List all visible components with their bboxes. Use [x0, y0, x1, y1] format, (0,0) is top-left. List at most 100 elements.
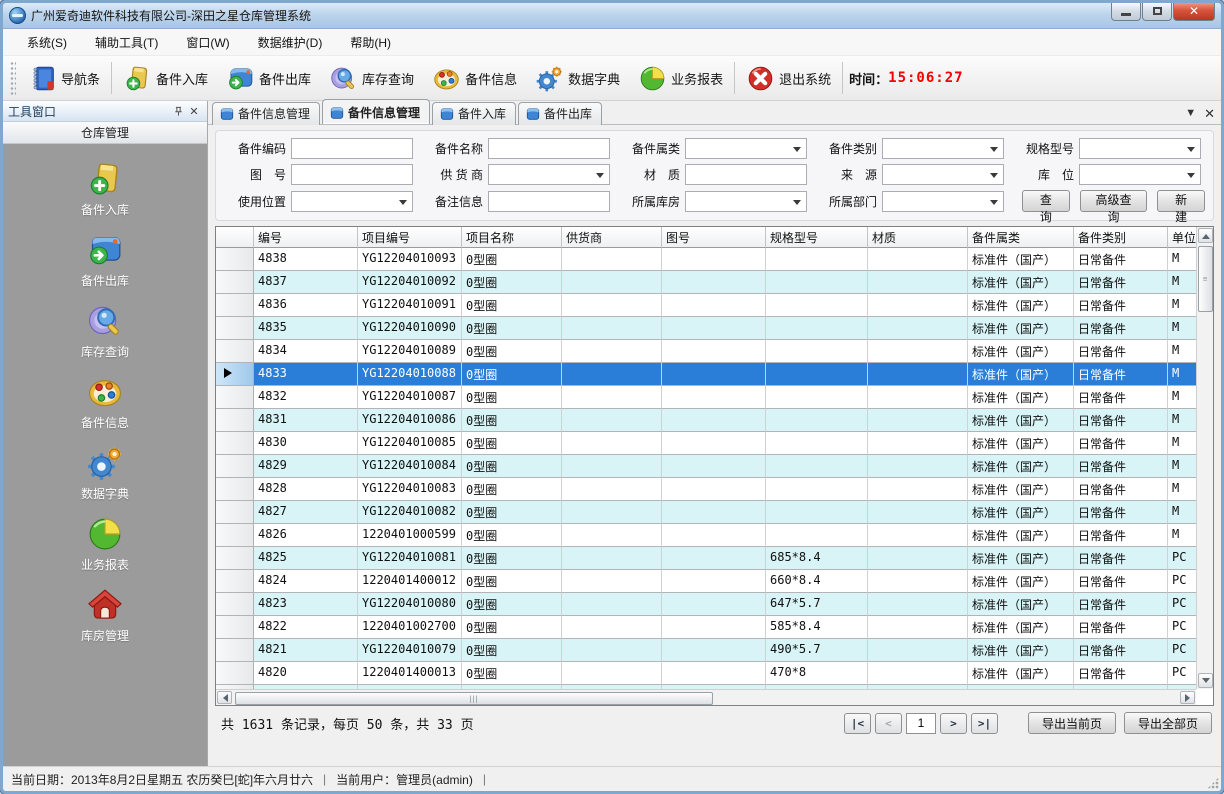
toolbar-button-parts-in[interactable]: 备件入库	[114, 58, 217, 98]
table-row-4836[interactable]: 4836YG122040100910型圈标准件（国产）日常备件M	[216, 294, 1196, 317]
table-row-4837[interactable]: 4837YG122040100920型圈标准件（国产）日常备件M	[216, 271, 1196, 294]
select-库位[interactable]	[1079, 164, 1201, 185]
pin-icon[interactable]	[170, 104, 186, 119]
input-备件编码[interactable]	[291, 138, 413, 159]
page-number-input[interactable]: 1	[906, 713, 936, 734]
select-来源[interactable]	[882, 164, 1004, 185]
toolbar-button-parts-out[interactable]: 备件出库	[217, 58, 320, 98]
sidebar-item-inventory-search[interactable]: 库存查询	[3, 302, 207, 360]
vertical-scrollbar[interactable]: ≡	[1196, 227, 1213, 689]
input-材质[interactable]	[685, 164, 807, 185]
close-tab-icon[interactable]: ✕	[1204, 107, 1215, 120]
table-row-4820[interactable]: 482012204014000130型圈470*8标准件（国产）日常备件PC	[216, 662, 1196, 685]
table-row-4823[interactable]: 4823YG122040100800型圈647*5.7标准件（国产）日常备件PC	[216, 593, 1196, 616]
table-row-4826[interactable]: 482612204010005990型圈标准件（国产）日常备件M	[216, 524, 1196, 547]
row-header-cell	[216, 524, 254, 547]
table-row-4828[interactable]: 4828YG122040100830型圈标准件（国产）日常备件M	[216, 478, 1196, 501]
tab-list-dropdown-icon[interactable]: ▼	[1185, 108, 1196, 119]
scroll-right-button[interactable]	[1180, 691, 1195, 704]
close-button[interactable]: ✕	[1173, 2, 1215, 21]
toolbar-button-exit-system[interactable]: 退出系统	[737, 58, 840, 98]
cell-supplier	[562, 524, 662, 547]
column-header-project_code[interactable]: 项目编号	[358, 227, 462, 248]
column-header-category[interactable]: 备件属类	[968, 227, 1074, 248]
menu-item-2[interactable]: 辅助工具(T)	[81, 29, 172, 56]
table-row-4832[interactable]: 4832YG122040100870型圈标准件（国产）日常备件M	[216, 386, 1196, 409]
first-page-button[interactable]: |<	[844, 713, 871, 734]
tab-4[interactable]: 备件出库	[518, 102, 602, 125]
input-备件名称[interactable]	[488, 138, 610, 159]
tab-3[interactable]: 备件入库	[432, 102, 516, 125]
sidebar-item-warehouse[interactable]: 库房管理	[3, 586, 207, 644]
table-row-4831[interactable]: 4831YG122040100860型圈标准件（国产）日常备件M	[216, 409, 1196, 432]
export-current-page-button[interactable]: 导出当前页	[1028, 712, 1116, 734]
sidebar-item-business-report[interactable]: 业务报表	[3, 515, 207, 573]
scroll-left-button[interactable]	[217, 691, 232, 704]
menu-item-4[interactable]: 数据维护(D)	[244, 29, 337, 56]
sidebar-item-parts-out[interactable]: 备件出库	[3, 231, 207, 289]
resize-grip[interactable]	[1207, 777, 1219, 789]
table-row-4822[interactable]: 482212204010027000型圈585*8.4标准件（国产）日常备件PC	[216, 616, 1196, 639]
column-header-type[interactable]: 备件类别	[1074, 227, 1168, 248]
tab-1[interactable]: 备件信息管理	[212, 102, 320, 125]
next-page-button[interactable]: >	[940, 713, 967, 734]
prev-page-button[interactable]: <	[875, 713, 902, 734]
select-备件属类[interactable]	[685, 138, 807, 159]
column-header-supplier[interactable]: 供货商	[562, 227, 662, 248]
table-row-4821[interactable]: 4821YG122040100790型圈490*5.7标准件（国产）日常备件PC	[216, 639, 1196, 662]
column-header-name[interactable]: 项目名称	[462, 227, 562, 248]
menu-item-3[interactable]: 窗口(W)	[172, 29, 243, 56]
toolbar-button-data-dict[interactable]: 数据字典	[526, 58, 629, 98]
vertical-scroll-thumb[interactable]: ≡	[1198, 246, 1213, 312]
select-所属库房[interactable]	[685, 191, 807, 212]
column-header-spec[interactable]: 规格型号	[766, 227, 868, 248]
tab-2[interactable]: 备件信息管理	[322, 99, 430, 124]
horizontal-scroll-thumb[interactable]: |||	[235, 692, 713, 705]
table-row-4824[interactable]: 482412204014000120型圈660*8.4标准件（国产）日常备件PC	[216, 570, 1196, 593]
column-header-drawing[interactable]: 图号	[662, 227, 766, 248]
toolbar-button-parts-info[interactable]: 备件信息	[423, 58, 526, 98]
select-供货商[interactable]	[488, 164, 610, 185]
toolbar-button-navbar-book[interactable]: 导航条	[19, 58, 109, 98]
table-row-4833[interactable]: 4833YG122040100880型圈标准件（国产）日常备件M	[216, 363, 1196, 386]
sidebar-item-parts-in[interactable]: 备件入库	[3, 160, 207, 218]
query-button[interactable]: 查询	[1022, 190, 1070, 212]
table-row-4835[interactable]: 4835YG122040100900型圈标准件（国产）日常备件M	[216, 317, 1196, 340]
input-图号[interactable]	[291, 164, 413, 185]
column-header-unit[interactable]: 单位	[1168, 227, 1196, 248]
table-row-4829[interactable]: 4829YG122040100840型圈标准件（国产）日常备件M	[216, 455, 1196, 478]
select-备件类别[interactable]	[882, 138, 1004, 159]
select-所属部门[interactable]	[882, 191, 1004, 212]
table-row-4827[interactable]: 4827YG122040100820型圈标准件（国产）日常备件M	[216, 501, 1196, 524]
column-header-material[interactable]: 材质	[868, 227, 968, 248]
horizontal-scrollbar[interactable]: |||	[216, 689, 1196, 705]
table-row-4825[interactable]: 4825YG122040100810型圈685*8.4标准件（国产）日常备件PC	[216, 547, 1196, 570]
search-form-row-1: 备件编码备件名称备件属类备件类别规格型号	[224, 138, 1205, 159]
table-row-4834[interactable]: 4834YG122040100890型圈标准件（国产）日常备件M	[216, 340, 1196, 363]
cell-unit: M	[1168, 271, 1196, 294]
cell-type: 日常备件	[1074, 547, 1168, 570]
export-all-pages-button[interactable]: 导出全部页	[1124, 712, 1212, 734]
table-row-4838[interactable]: 4838YG122040100930型圈标准件（国产）日常备件M	[216, 248, 1196, 271]
advanced-query-button[interactable]: 高级查询	[1080, 190, 1148, 212]
column-header-id[interactable]: 编号	[254, 227, 358, 248]
scroll-down-button[interactable]	[1198, 673, 1213, 688]
toolbar-button-inventory-search[interactable]: 库存查询	[320, 58, 423, 98]
scroll-up-button[interactable]	[1198, 228, 1213, 243]
maximize-button[interactable]	[1142, 2, 1172, 21]
input-备注信息[interactable]	[488, 191, 610, 212]
menu-item-5[interactable]: 帮助(H)	[336, 29, 405, 56]
last-page-button[interactable]: >|	[971, 713, 998, 734]
new-button[interactable]: 新建	[1157, 190, 1205, 212]
cell-material	[868, 547, 968, 570]
table-row-4830[interactable]: 4830YG122040100850型圈标准件（国产）日常备件M	[216, 432, 1196, 455]
select-规格型号[interactable]	[1079, 138, 1201, 159]
sidebar-item-data-dict[interactable]: 数据字典	[3, 444, 207, 502]
toolbar-button-business-report[interactable]: 业务报表	[629, 58, 732, 98]
menu-item-1[interactable]: 系统(S)	[13, 29, 81, 56]
close-panel-icon[interactable]: ✕	[186, 104, 202, 119]
toolbar-grip[interactable]	[10, 61, 16, 95]
select-使用位置[interactable]	[291, 191, 413, 212]
minimize-button[interactable]	[1111, 2, 1141, 21]
sidebar-item-parts-info[interactable]: 备件信息	[3, 373, 207, 431]
